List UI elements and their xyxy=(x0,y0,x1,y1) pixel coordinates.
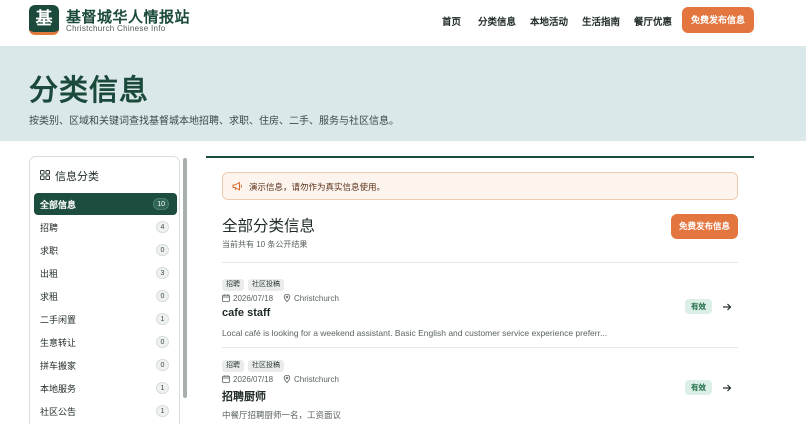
megaphone-icon xyxy=(232,182,242,191)
sidebar-item-label: 生意转让 xyxy=(40,338,77,348)
divider xyxy=(222,347,738,348)
sidebar-item-carpool-moving[interactable]: 拼车搬家 0 xyxy=(34,354,177,376)
sidebar-heading: 信息分类 xyxy=(55,171,99,183)
divider xyxy=(222,262,738,263)
listing-description: Local café is looking for a weekend assi… xyxy=(222,328,608,338)
source-tag: 社区投稿 xyxy=(248,360,284,372)
listing-date: 2026/07/18 xyxy=(233,294,274,303)
count-badge: 0 xyxy=(156,290,169,302)
nav-item-home[interactable]: 首页 xyxy=(442,14,461,28)
page-description: 按类别、区域和关键词查找基督城本地招聘、求职、住房、二手、服务与社区信息。 xyxy=(29,116,399,127)
count-badge: 4 xyxy=(156,221,169,233)
arrow-right-icon[interactable] xyxy=(722,302,732,312)
count-badge: 3 xyxy=(156,267,169,279)
post-listing-button[interactable]: 免费发布信息 xyxy=(671,214,738,239)
category-tag: 招聘 xyxy=(222,360,244,372)
grid-icon xyxy=(40,170,50,180)
count-badge: 1 xyxy=(156,405,169,417)
sidebar-item-label: 全部信息 xyxy=(40,200,77,210)
listing-title[interactable]: 招聘厨师 xyxy=(222,388,266,404)
sidebar-item-for-rent[interactable]: 出租 3 xyxy=(34,262,177,284)
count-badge: 0 xyxy=(156,336,169,348)
header-post-button[interactable]: 免费发布信息 xyxy=(682,7,754,33)
sidebar-item-label: 二手闲置 xyxy=(40,315,77,325)
section-title: 全部分类信息 xyxy=(222,218,316,235)
sidebar-item-label: 求租 xyxy=(40,292,59,302)
status-badge: 有效 xyxy=(685,380,712,395)
sidebar-item-label: 拼车搬家 xyxy=(40,361,77,371)
sidebar-scrollbar[interactable] xyxy=(183,158,187,398)
category-tag: 招聘 xyxy=(222,279,244,291)
sidebar-item-wanted-rent[interactable]: 求租 0 xyxy=(34,285,177,307)
sidebar-item-local-services[interactable]: 本地服务 1 xyxy=(34,377,177,399)
sidebar-item-second-hand[interactable]: 二手闲置 1 xyxy=(34,308,177,330)
category-sidebar: 信息分类 全部信息 10 招聘 4 求职 0 出租 3 求租 0 二手闲置 1 … xyxy=(29,156,180,424)
site-subtitle: Christchurch Chinese Info xyxy=(66,24,166,33)
sidebar-item-jobs[interactable]: 招聘 4 xyxy=(34,216,177,238)
nav-item-guide[interactable]: 生活指南 xyxy=(582,14,620,28)
listing-description: 中餐厅招聘厨师一名，工资面议 xyxy=(222,410,342,420)
calendar-icon xyxy=(222,294,230,302)
count-badge: 0 xyxy=(156,359,169,371)
hero-banner: 分类信息 按类别、区域和关键词查找基督城本地招聘、求职、住房、二手、服务与社区信… xyxy=(0,46,806,141)
demo-notice: 演示信息，请勿作为真实信息使用。 xyxy=(222,172,738,200)
count-badge: 1 xyxy=(156,313,169,325)
calendar-icon xyxy=(222,375,230,383)
status-badge: 有效 xyxy=(685,299,712,314)
listing-card[interactable]: 招聘 社区投稿 2026/07/18 Christchurch 招聘厨师 中餐厅… xyxy=(222,360,738,424)
count-badge: 0 xyxy=(156,244,169,256)
source-tag: 社区投稿 xyxy=(248,279,284,291)
arrow-right-icon[interactable] xyxy=(722,383,732,393)
listing-title[interactable]: cafe staff xyxy=(222,307,270,319)
nav-item-deals[interactable]: 餐厅优惠 xyxy=(634,14,672,28)
listing-date: 2026/07/18 xyxy=(233,375,274,384)
location-pin-icon xyxy=(283,375,291,383)
listing-location: Christchurch xyxy=(294,375,339,384)
sidebar-item-all[interactable]: 全部信息 10 xyxy=(34,193,177,215)
sidebar-item-label: 招聘 xyxy=(40,223,59,233)
notice-text: 演示信息，请勿作为真实信息使用。 xyxy=(249,182,386,192)
sidebar-item-label: 本地服务 xyxy=(40,384,77,394)
site-header: 基 基督城华人情报站 Christchurch Chinese Info 首页 … xyxy=(0,0,806,46)
sidebar-item-business-transfer[interactable]: 生意转让 0 xyxy=(34,331,177,353)
sidebar-item-label: 出租 xyxy=(40,269,59,279)
site-logo[interactable]: 基 xyxy=(29,5,59,35)
page-title: 分类信息 xyxy=(29,75,150,107)
listing-location: Christchurch xyxy=(294,294,339,303)
count-badge: 1 xyxy=(156,382,169,394)
sidebar-item-label: 求职 xyxy=(40,246,59,256)
listing-panel: 演示信息，请勿作为真实信息使用。 全部分类信息 当前共有 10 条公开结果 免费… xyxy=(206,156,754,424)
result-count: 当前共有 10 条公开结果 xyxy=(222,240,308,249)
sidebar-item-job-seeking[interactable]: 求职 0 xyxy=(34,239,177,261)
location-pin-icon xyxy=(283,294,291,302)
sidebar-item-label: 社区公告 xyxy=(40,407,77,417)
listing-card[interactable]: 招聘 社区投稿 2026/07/18 Christchurch cafe sta… xyxy=(222,279,738,357)
nav-item-classifieds[interactable]: 分类信息 xyxy=(478,14,516,28)
count-badge: 10 xyxy=(153,198,169,210)
sidebar-item-community[interactable]: 社区公告 1 xyxy=(34,400,177,422)
nav-item-events[interactable]: 本地活动 xyxy=(530,14,568,28)
